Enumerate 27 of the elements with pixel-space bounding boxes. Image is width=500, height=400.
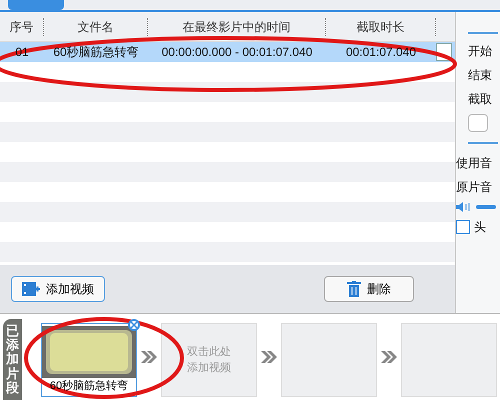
column-header: 文件名 [44, 18, 148, 36]
table-cell-text: 00:01:07.040 [344, 44, 418, 61]
slot-hint: 双击此处添加视频 [186, 344, 232, 376]
side-label: 原片音 [456, 179, 493, 196]
film-add-icon [22, 281, 40, 297]
chevron-icon [260, 351, 278, 363]
side-label: 结束 [468, 67, 493, 84]
table-cell-text: 00:00:00.000 - 00:01:07.040 [160, 44, 314, 61]
column-header: 序号 [0, 18, 44, 36]
side-button[interactable] [468, 114, 488, 132]
column-header: 截取时长 [326, 18, 436, 36]
empty-slot[interactable] [401, 323, 497, 397]
trash-icon [347, 281, 361, 297]
side-label: 使用音 [456, 155, 493, 172]
checkbox[interactable] [456, 220, 470, 234]
speaker-icon [456, 202, 470, 212]
close-icon[interactable] [128, 319, 140, 331]
delete-button[interactable]: 删除 [324, 276, 414, 302]
checkbox-label: 头 [474, 219, 486, 236]
chevron-icon [380, 351, 398, 363]
chevron-icon [140, 351, 158, 363]
table-cell-text: 60秒脑筋急转弯 [52, 44, 140, 61]
add-video-button[interactable]: 添加视频 [11, 276, 105, 302]
empty-slot[interactable] [281, 323, 377, 397]
column-header: 在最终影片中的时间 [148, 18, 326, 36]
side-label: 开始 [468, 43, 493, 60]
side-label: 截取 [468, 91, 493, 108]
